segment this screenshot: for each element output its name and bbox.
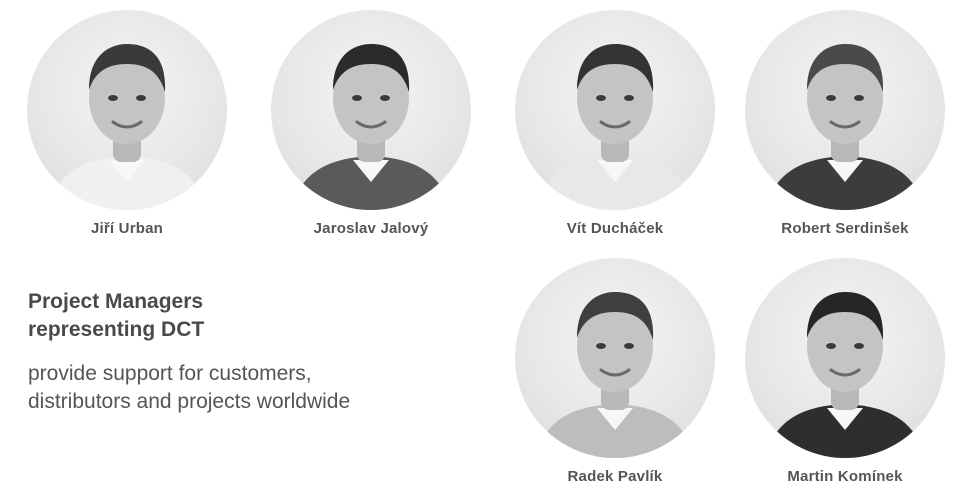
portrait-photo bbox=[515, 258, 715, 458]
intro-block: Project Managers representing DCT provid… bbox=[28, 288, 428, 416]
intro-title-line1: Project Managers bbox=[28, 290, 204, 313]
member-name: Jiří Urban bbox=[90, 220, 164, 237]
portrait-silhouette bbox=[47, 44, 207, 210]
portrait-silhouette bbox=[291, 44, 451, 210]
team-member-card: Vít Ducháček bbox=[510, 10, 720, 237]
portrait-photo bbox=[745, 10, 945, 210]
intro-text: provide support for customers, distribut… bbox=[28, 362, 351, 413]
portrait-photo bbox=[745, 258, 945, 458]
member-name: Jaroslav Jalový bbox=[313, 220, 429, 237]
intro-title-line2: representing DCT bbox=[28, 318, 205, 341]
member-name: Robert Serdinšek bbox=[781, 220, 909, 237]
member-name: Vít Ducháček bbox=[566, 220, 664, 237]
team-member-card: Martin Komínek bbox=[740, 258, 950, 485]
member-name: Martin Komínek bbox=[787, 468, 903, 485]
portrait-photo bbox=[27, 10, 227, 210]
member-name: Radek Pavlík bbox=[567, 468, 663, 485]
portrait-silhouette bbox=[765, 44, 925, 210]
portrait-photo bbox=[271, 10, 471, 210]
portrait-photo bbox=[515, 10, 715, 210]
team-member-card: Jiří Urban bbox=[22, 10, 232, 237]
team-member-card: Jaroslav Jalový bbox=[266, 10, 476, 237]
portrait-silhouette bbox=[535, 292, 695, 458]
portrait-silhouette bbox=[765, 292, 925, 458]
portrait-silhouette bbox=[535, 44, 695, 210]
team-member-card: Radek Pavlík bbox=[510, 258, 720, 485]
intro-title: Project Managers representing DCT bbox=[28, 288, 428, 344]
team-member-card: Robert Serdinšek bbox=[740, 10, 950, 237]
